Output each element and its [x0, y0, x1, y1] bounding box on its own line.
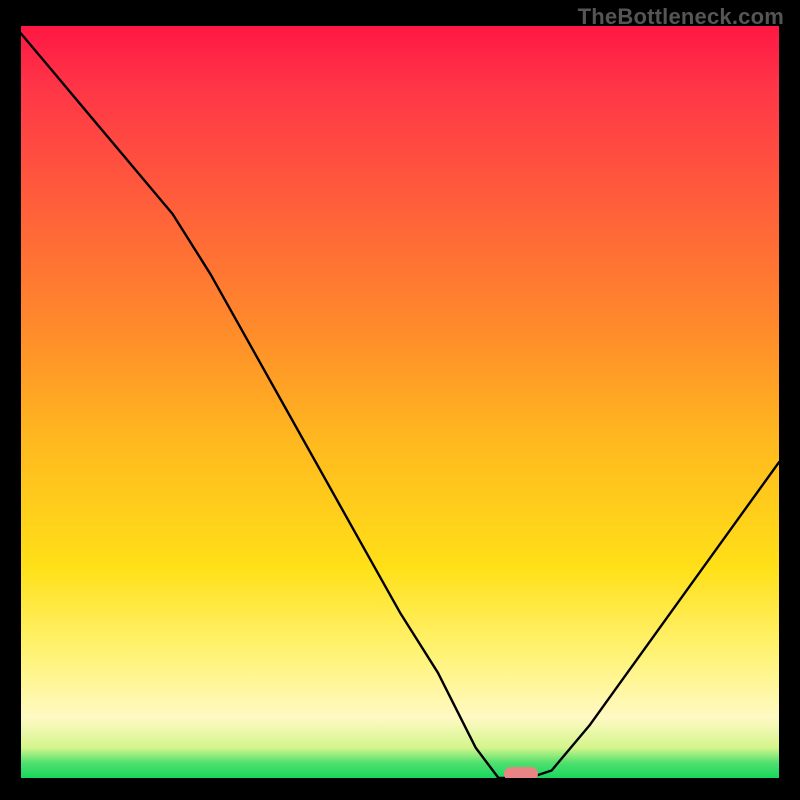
chart-frame: TheBottleneck.com: [0, 0, 800, 800]
plot-area: [21, 26, 779, 778]
bottleneck-curve-svg: [21, 26, 779, 778]
watermark-text: TheBottleneck.com: [578, 4, 784, 30]
curve-layer: [21, 26, 779, 778]
bottleneck-curve: [21, 34, 779, 779]
optimal-marker: [504, 767, 538, 778]
